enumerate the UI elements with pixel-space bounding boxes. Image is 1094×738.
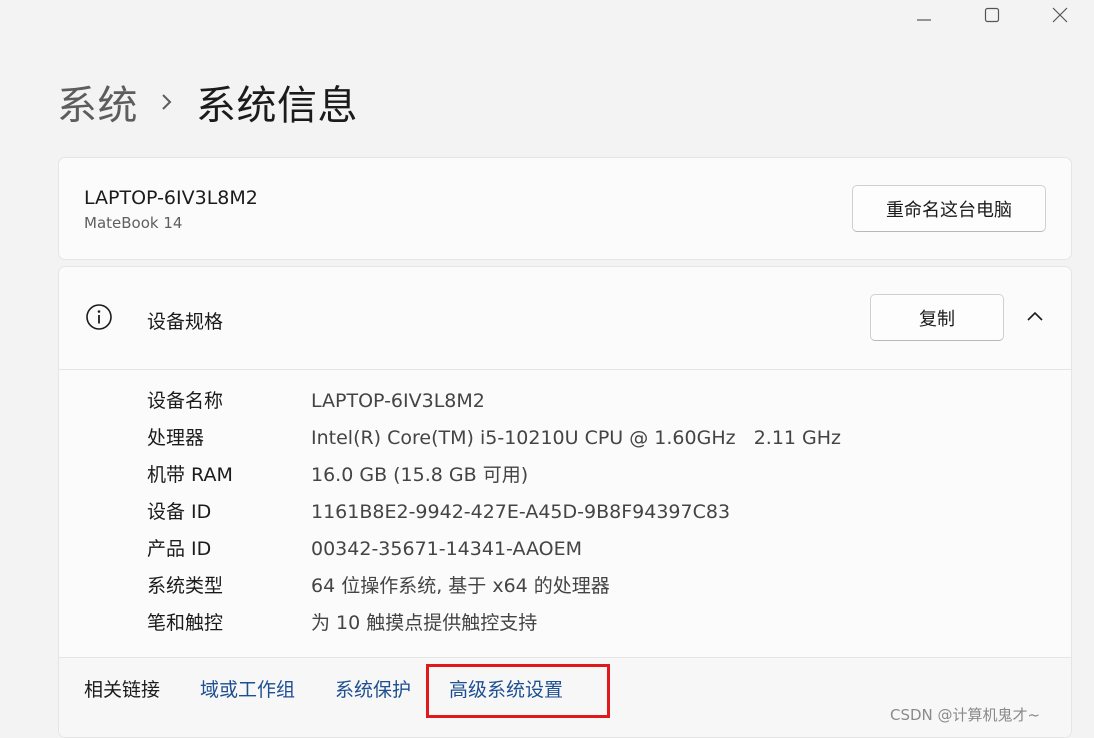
close-icon: [1052, 7, 1068, 23]
device-model: MateBook 14: [84, 214, 183, 232]
info-icon: [85, 303, 113, 335]
spec-label: 笔和触控: [147, 612, 224, 634]
window-controls: [890, 0, 1094, 30]
spec-value: 64 位操作系统, 基于 x64 的处理器: [311, 575, 610, 597]
spec-label: 设备名称: [147, 390, 224, 412]
related-links-bar: 相关链接 域或工作组 系统保护 高级系统设置: [59, 657, 1071, 737]
spec-value: 1161B8E2-9942-427E-A45D-9B8F94397C83: [311, 501, 731, 523]
copy-button[interactable]: 复制: [870, 294, 1004, 341]
highlight-annotation-box: [426, 664, 610, 718]
spec-label: 产品 ID: [147, 538, 212, 560]
chevron-up-icon[interactable]: [1025, 308, 1045, 327]
rename-pc-button[interactable]: 重命名这台电脑: [852, 185, 1046, 232]
breadcrumb: 系统 系统信息: [57, 74, 358, 130]
system-protection-link[interactable]: 系统保护: [335, 675, 411, 702]
device-specs-header[interactable]: 设备规格 复制: [59, 267, 1071, 370]
page-title: 系统信息: [196, 83, 358, 129]
spec-value: LAPTOP-6IV3L8M2: [311, 390, 485, 412]
domain-workgroup-link[interactable]: 域或工作组: [200, 675, 295, 702]
watermark: CSDN @计算机鬼才~: [890, 706, 1041, 724]
spec-value: 为 10 触摸点提供触控支持: [311, 612, 538, 634]
spec-label: 设备 ID: [147, 501, 212, 523]
related-links-label: 相关链接: [84, 679, 161, 701]
spec-value: Intel(R) Core(TM) i5-10210U CPU @ 1.60GH…: [311, 427, 842, 449]
device-specs-card: 设备规格 复制 设备名称 LAPTOP-6IV3L8M2 处理器 Intel(R…: [58, 266, 1072, 738]
device-name-card: LAPTOP-6IV3L8M2 MateBook 14 重命名这台电脑: [58, 157, 1072, 260]
spec-value: 16.0 GB (15.8 GB 可用): [311, 464, 529, 486]
minimize-icon: [917, 19, 931, 21]
chevron-right-icon: [160, 92, 174, 112]
spec-value: 00342-35671-14341-AAOEM: [311, 538, 583, 560]
spec-label: 系统类型: [147, 575, 224, 597]
breadcrumb-parent[interactable]: 系统: [57, 73, 138, 131]
maximize-icon: [984, 7, 1000, 23]
device-specs-title: 设备规格: [147, 311, 224, 333]
spec-label: 机带 RAM: [147, 464, 233, 486]
spec-label: 处理器: [147, 427, 205, 449]
device-name: LAPTOP-6IV3L8M2: [84, 187, 258, 209]
close-button[interactable]: [1026, 0, 1094, 30]
minimize-button[interactable]: [890, 0, 958, 30]
maximize-button[interactable]: [958, 0, 1026, 30]
